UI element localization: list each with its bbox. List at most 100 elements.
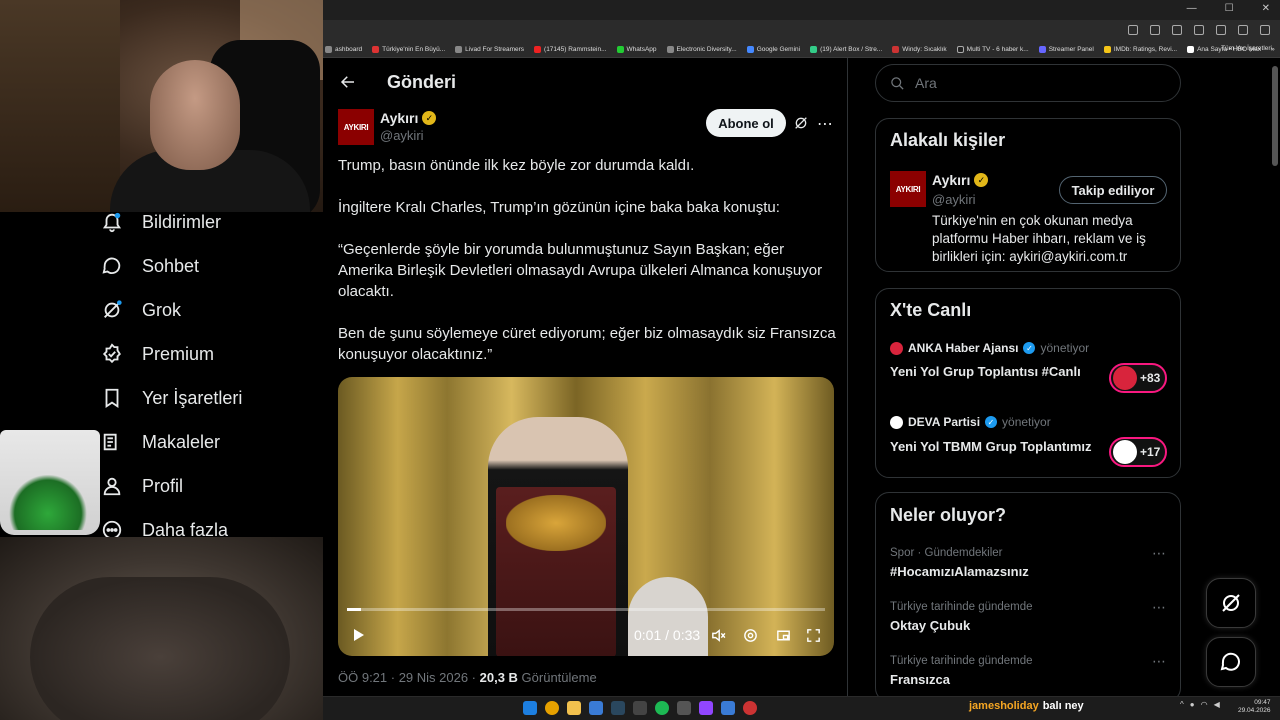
wifi-icon[interactable]: ◠ <box>1201 700 1208 709</box>
steam-icon[interactable] <box>611 701 625 715</box>
trend-more-icon[interactable]: ⋯ <box>1152 653 1167 670</box>
article-icon <box>100 430 124 454</box>
author-handle[interactable]: @aykiri <box>380 128 436 143</box>
close-icon[interactable]: ✕ <box>1262 3 1270 14</box>
live-listeners-pill[interactable]: +83 <box>1109 363 1167 393</box>
bookmark-item[interactable]: ashboard <box>325 46 362 53</box>
trend-name[interactable]: Fransızca <box>890 672 950 687</box>
subscribe-button[interactable]: Abone ol <box>706 109 786 137</box>
nav-item-articles[interactable]: Makaleler <box>100 430 220 454</box>
related-name-row[interactable]: Aykırı ✓ <box>932 172 989 188</box>
bell-icon <box>100 210 124 234</box>
video-progress-bar[interactable] <box>347 608 825 611</box>
bookmark-item[interactable]: Türkiye'nin En Büyü... <box>372 46 445 53</box>
nav-item-profile[interactable]: Profil <box>100 474 183 498</box>
folder-icon[interactable] <box>567 701 581 715</box>
bookmark-item[interactable]: Windy: Sıcaklık <box>892 46 947 53</box>
volume-icon[interactable] <box>710 627 728 645</box>
search-input[interactable]: Ara <box>875 64 1181 102</box>
nav-item-grok[interactable]: Grok <box>100 298 181 322</box>
verified-badge-icon: ✓ <box>985 416 998 428</box>
post-timestamp[interactable]: ÖÖ 9:21 · 29 Nis 2026 · <box>338 670 480 685</box>
nav-item-bookmarks[interactable]: Yer İşaretleri <box>100 386 242 410</box>
trend-name[interactable]: Oktay Çubuk <box>890 618 970 633</box>
video-player[interactable]: 0:01 / 0:33 <box>338 377 834 656</box>
spotify-icon[interactable] <box>655 701 669 715</box>
scrollbar-thumb[interactable] <box>1272 66 1278 166</box>
nav-item-notifications[interactable]: Bildirimler <box>100 210 221 234</box>
live-space-title[interactable]: Yeni Yol Grup Toplantısı #Canlı <box>890 364 1081 379</box>
nav-item-premium[interactable]: Premium <box>100 342 214 366</box>
app-icon[interactable] <box>699 701 713 715</box>
app-icon[interactable] <box>743 701 757 715</box>
video-audience-figure <box>628 577 708 656</box>
profile-icon[interactable] <box>1238 25 1248 35</box>
fullscreen-icon[interactable] <box>805 627 823 645</box>
maximize-icon[interactable]: ☐ <box>1225 3 1234 14</box>
live-title: X'te Canlı <box>890 300 972 320</box>
jar-overlay <box>0 430 100 535</box>
more-options-icon[interactable]: ⋯ <box>817 114 834 134</box>
favicon-icon <box>534 46 542 53</box>
bookmark-item[interactable]: IMDb: Ratings, Revi... <box>1103 46 1177 53</box>
grok-explain-icon[interactable] <box>793 115 811 133</box>
grok-floating-button[interactable] <box>1206 578 1256 628</box>
view-count-label: Görüntüleme <box>517 670 597 685</box>
menu-icon[interactable] <box>1260 25 1270 35</box>
bookmark-item[interactable]: Electronic Diversity... <box>666 46 737 53</box>
author-avatar[interactable]: AYKIRI <box>338 109 374 145</box>
all-bookmarks-button[interactable]: Tüm Yer İşaretleri <box>1221 45 1272 52</box>
star-icon[interactable] <box>1172 25 1182 35</box>
bookmark-item[interactable]: WhatsApp <box>616 46 657 53</box>
verified-badge-icon: ✓ <box>974 173 989 187</box>
live-host[interactable]: DEVA Partisi ✓ yönetiyor <box>890 415 1051 429</box>
live-space-title[interactable]: Yeni Yol TBMM Grup Toplantımız <box>890 439 1092 454</box>
app-icon[interactable] <box>721 701 735 715</box>
start-icon[interactable] <box>523 701 537 715</box>
bookmark-item[interactable]: Streamer Panel <box>1038 46 1094 53</box>
mic-icon[interactable]: ● <box>1190 700 1195 709</box>
trend-name[interactable]: #HocamızıAlamazsınız <box>890 564 1029 579</box>
chat-username: jamesholiday <box>969 700 1039 712</box>
settings-gear-icon[interactable] <box>742 627 760 645</box>
nav-item-chat[interactable]: Sohbet <box>100 254 199 278</box>
volume-icon[interactable]: ◀ <box>1214 700 1220 709</box>
favicon-icon <box>956 46 964 53</box>
trend-more-icon[interactable]: ⋯ <box>1152 545 1167 562</box>
bookmark-item[interactable]: Google Gemini <box>746 46 800 53</box>
bookmark-item[interactable]: (19) Alert Box / Stre... <box>810 46 882 53</box>
page-scrollbar[interactable] <box>1272 62 1278 696</box>
app-icon[interactable] <box>633 701 647 715</box>
premium-icon <box>100 342 124 366</box>
minimize-icon[interactable]: — <box>1187 3 1197 14</box>
related-handle[interactable]: @aykiri <box>932 192 976 207</box>
chrome-icon[interactable] <box>545 701 559 715</box>
app-icon[interactable] <box>677 701 691 715</box>
bookmark-item[interactable]: (17145) Rammstein... <box>534 46 607 53</box>
clock-date: 29.04.2026 <box>1238 707 1271 714</box>
back-arrow-icon[interactable] <box>339 73 359 93</box>
author-name-row[interactable]: Aykırı ✓ <box>380 110 437 126</box>
live-listeners-pill[interactable]: +17 <box>1109 437 1167 467</box>
extensions-icon[interactable] <box>1194 25 1204 35</box>
verified-badge-icon: ✓ <box>1023 342 1036 354</box>
app-icon[interactable] <box>589 701 603 715</box>
live-host[interactable]: ANKA Haber Ajansı ✓ yönetiyor <box>890 341 1089 355</box>
following-button[interactable]: Takip ediliyor <box>1059 176 1167 204</box>
window-controls: — ☐ ✕ <box>1187 3 1270 14</box>
install-app-icon[interactable] <box>1128 25 1138 35</box>
messages-floating-button[interactable] <box>1206 637 1256 687</box>
nav-label: Profil <box>142 475 184 496</box>
bookmark-item[interactable]: Livad For Streamers <box>455 46 524 53</box>
webcam-person-head <box>150 60 240 170</box>
related-avatar[interactable]: AYKIRI <box>890 171 926 207</box>
chevron-up-icon[interactable]: ^ <box>1180 700 1184 709</box>
download-icon[interactable] <box>1216 25 1226 35</box>
zoom-icon[interactable] <box>1150 25 1160 35</box>
trend-more-icon[interactable]: ⋯ <box>1152 599 1167 616</box>
bookmark-item[interactable]: Multi TV - 6 haber k... <box>956 46 1029 53</box>
play-icon[interactable] <box>350 627 366 643</box>
system-clock[interactable]: 09:47 29.04.2026 <box>1238 699 1271 715</box>
chat-icon <box>1220 652 1240 671</box>
picture-in-picture-icon[interactable] <box>775 627 793 645</box>
